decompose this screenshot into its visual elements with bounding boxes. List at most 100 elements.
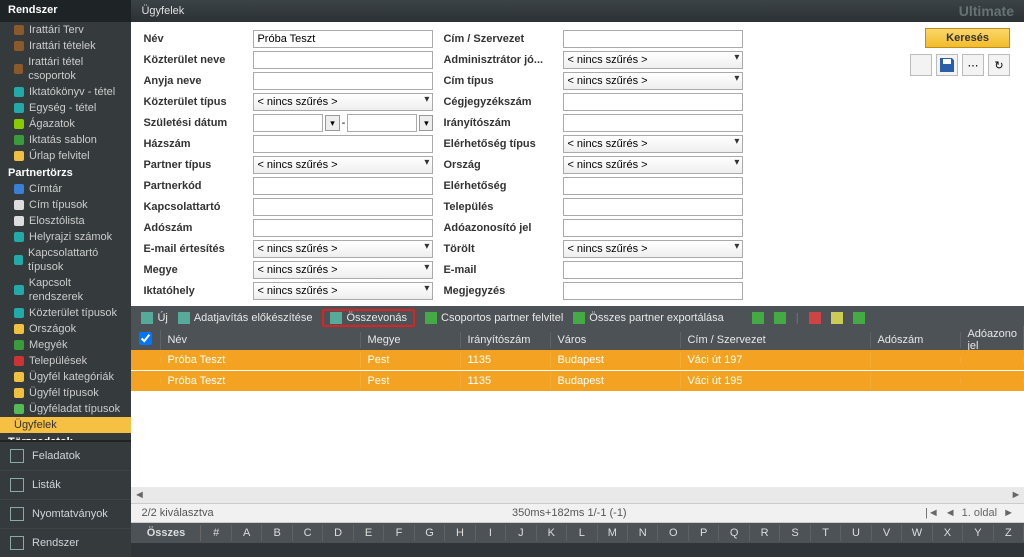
nav-listak[interactable]: Listák [0, 470, 131, 499]
letter-T[interactable]: T [811, 525, 841, 541]
letter-all[interactable]: Összes [131, 525, 201, 541]
nav-nyomtatvanyok[interactable]: Nyomtatványok [0, 499, 131, 528]
kozterulet-tipus-select[interactable]: < nincs szűrés > [253, 93, 433, 111]
letter-A[interactable]: A [232, 525, 262, 541]
date-from-input[interactable] [253, 114, 323, 132]
sidebar-item[interactable]: Ügyféladat típusok [0, 401, 131, 417]
sidebar-item[interactable]: Megyék [0, 337, 131, 353]
sidebar-item[interactable]: Kapcsolattartó típusok [0, 245, 131, 275]
letter-U[interactable]: U [841, 525, 871, 541]
th-ir[interactable]: Irányítószám [461, 332, 551, 348]
anyja-neve-input[interactable] [253, 72, 433, 90]
email-input[interactable] [563, 261, 743, 279]
th-nev[interactable]: Név [161, 332, 361, 348]
elerhetoseg-input[interactable] [563, 177, 743, 195]
letter-H[interactable]: H [445, 525, 475, 541]
uj-button[interactable]: Új [141, 312, 167, 324]
letter-V[interactable]: V [872, 525, 902, 541]
letter-G[interactable]: G [415, 525, 445, 541]
sidebar-item[interactable]: Ágazatok [0, 116, 131, 132]
refresh-icon[interactable] [774, 312, 786, 324]
megjegyzes-input[interactable] [563, 282, 743, 300]
hazszam-input[interactable] [253, 135, 433, 153]
delete-icon[interactable] [809, 312, 821, 324]
sidebar-item[interactable]: Címtár [0, 181, 131, 197]
table-row[interactable]: Próba Teszt Pest 1135 Budapest Váci út 1… [131, 350, 1024, 370]
adoszam-input[interactable] [253, 219, 433, 237]
excel2-icon[interactable] [853, 312, 865, 324]
letter-J[interactable]: J [506, 525, 536, 541]
admin-select[interactable]: < nincs szűrés > [563, 51, 743, 69]
th-cim[interactable]: Cím / Szervezet [681, 332, 871, 348]
cim-szervezet-input[interactable] [563, 30, 743, 48]
iktatohely-select[interactable]: < nincs szűrés > [253, 282, 433, 300]
letter-Q[interactable]: Q [719, 525, 749, 541]
sidebar-item[interactable]: Ügyfél kategóriák [0, 369, 131, 385]
th-megye[interactable]: Megye [361, 332, 461, 348]
export-button[interactable]: Összes partner exportálása [573, 312, 724, 324]
kozterulet-neve-input[interactable] [253, 51, 433, 69]
megye-select[interactable]: < nincs szűrés > [253, 261, 433, 279]
elerhetoseg-tipus-select[interactable]: < nincs szűrés > [563, 135, 743, 153]
letter-D[interactable]: D [323, 525, 353, 541]
letter-Y[interactable]: Y [963, 525, 993, 541]
letter-F[interactable]: F [384, 525, 414, 541]
sidebar-item[interactable]: Egység - tétel [0, 100, 131, 116]
nav-rendszer[interactable]: Rendszer [0, 528, 131, 557]
sidebar-item[interactable]: Elosztólista [0, 213, 131, 229]
letter-E[interactable]: E [354, 525, 384, 541]
new-record-icon[interactable] [910, 54, 932, 76]
sidebar-item[interactable]: Közterület típusok [0, 305, 131, 321]
sidebar-item[interactable]: Iktatás sablon [0, 132, 131, 148]
letter-Z[interactable]: Z [994, 525, 1024, 541]
partner-tipus-select[interactable]: < nincs szűrés > [253, 156, 433, 174]
refresh-icon[interactable]: ↻ [988, 54, 1010, 76]
more-icon[interactable]: ⋯ [962, 54, 984, 76]
calendar-icon[interactable]: ▾ [419, 115, 433, 131]
letter-R[interactable]: R [750, 525, 780, 541]
letter-P[interactable]: P [689, 525, 719, 541]
th-ado[interactable]: Adószám [871, 332, 961, 348]
cim-tipus-select[interactable]: < nincs szűrés > [563, 72, 743, 90]
calendar-icon[interactable]: ▾ [325, 115, 339, 131]
date-to-input[interactable] [347, 114, 417, 132]
sidebar-item[interactable]: Országok [0, 321, 131, 337]
letter-K[interactable]: K [537, 525, 567, 541]
horizontal-scrollbar[interactable]: ◄► [131, 487, 1024, 503]
sidebar-item[interactable]: Helyrajzi számok [0, 229, 131, 245]
sidebar-item[interactable]: Irattári tétel csoportok [0, 54, 131, 84]
csoportos-felvitel-button[interactable]: Csoportos partner felvitel [425, 312, 563, 324]
letter-O[interactable]: O [658, 525, 688, 541]
sidebar-item[interactable]: Irattári tételek [0, 38, 131, 54]
adoazonosito-input[interactable] [563, 219, 743, 237]
letter-C[interactable]: C [293, 525, 323, 541]
sidebar-item[interactable]: Cím típusok [0, 197, 131, 213]
adatjavitas-button[interactable]: Adatjavítás előkészítése [178, 312, 313, 324]
letter-X[interactable]: X [933, 525, 963, 541]
kapcsolattarto-input[interactable] [253, 198, 433, 216]
sidebar-item-ugyfelek[interactable]: Ügyfelek [0, 417, 131, 433]
nav-feladatok[interactable]: Feladatok [0, 441, 131, 470]
sidebar-item[interactable]: Kapcsolt rendszerek [0, 275, 131, 305]
osszevonas-button[interactable]: Összevonás [322, 309, 415, 327]
pager-prev-icon[interactable]: ◄ [945, 507, 956, 519]
letter-L[interactable]: L [567, 525, 597, 541]
table-row[interactable]: Próba Teszt Pest 1135 Budapest Váci út 1… [131, 371, 1024, 391]
excel-icon[interactable] [752, 312, 764, 324]
cegjegyzek-input[interactable] [563, 93, 743, 111]
sidebar-item[interactable]: Irattári Terv [0, 22, 131, 38]
torolt-select[interactable]: < nincs szűrés > [563, 240, 743, 258]
iranyitoszam-input[interactable] [563, 114, 743, 132]
letter-N[interactable]: N [628, 525, 658, 541]
letter-B[interactable]: B [262, 525, 292, 541]
letter-I[interactable]: I [476, 525, 506, 541]
pager-next-icon[interactable]: ► [1003, 507, 1014, 519]
letter-W[interactable]: W [902, 525, 932, 541]
letter-M[interactable]: M [598, 525, 628, 541]
select-all-checkbox[interactable] [139, 332, 152, 345]
sidebar-item[interactable]: Települések [0, 353, 131, 369]
partnerkod-input[interactable] [253, 177, 433, 195]
orszag-select[interactable]: < nincs szűrés > [563, 156, 743, 174]
email-ertes-select[interactable]: < nincs szűrés > [253, 240, 433, 258]
search-button[interactable]: Keresés [925, 28, 1010, 48]
